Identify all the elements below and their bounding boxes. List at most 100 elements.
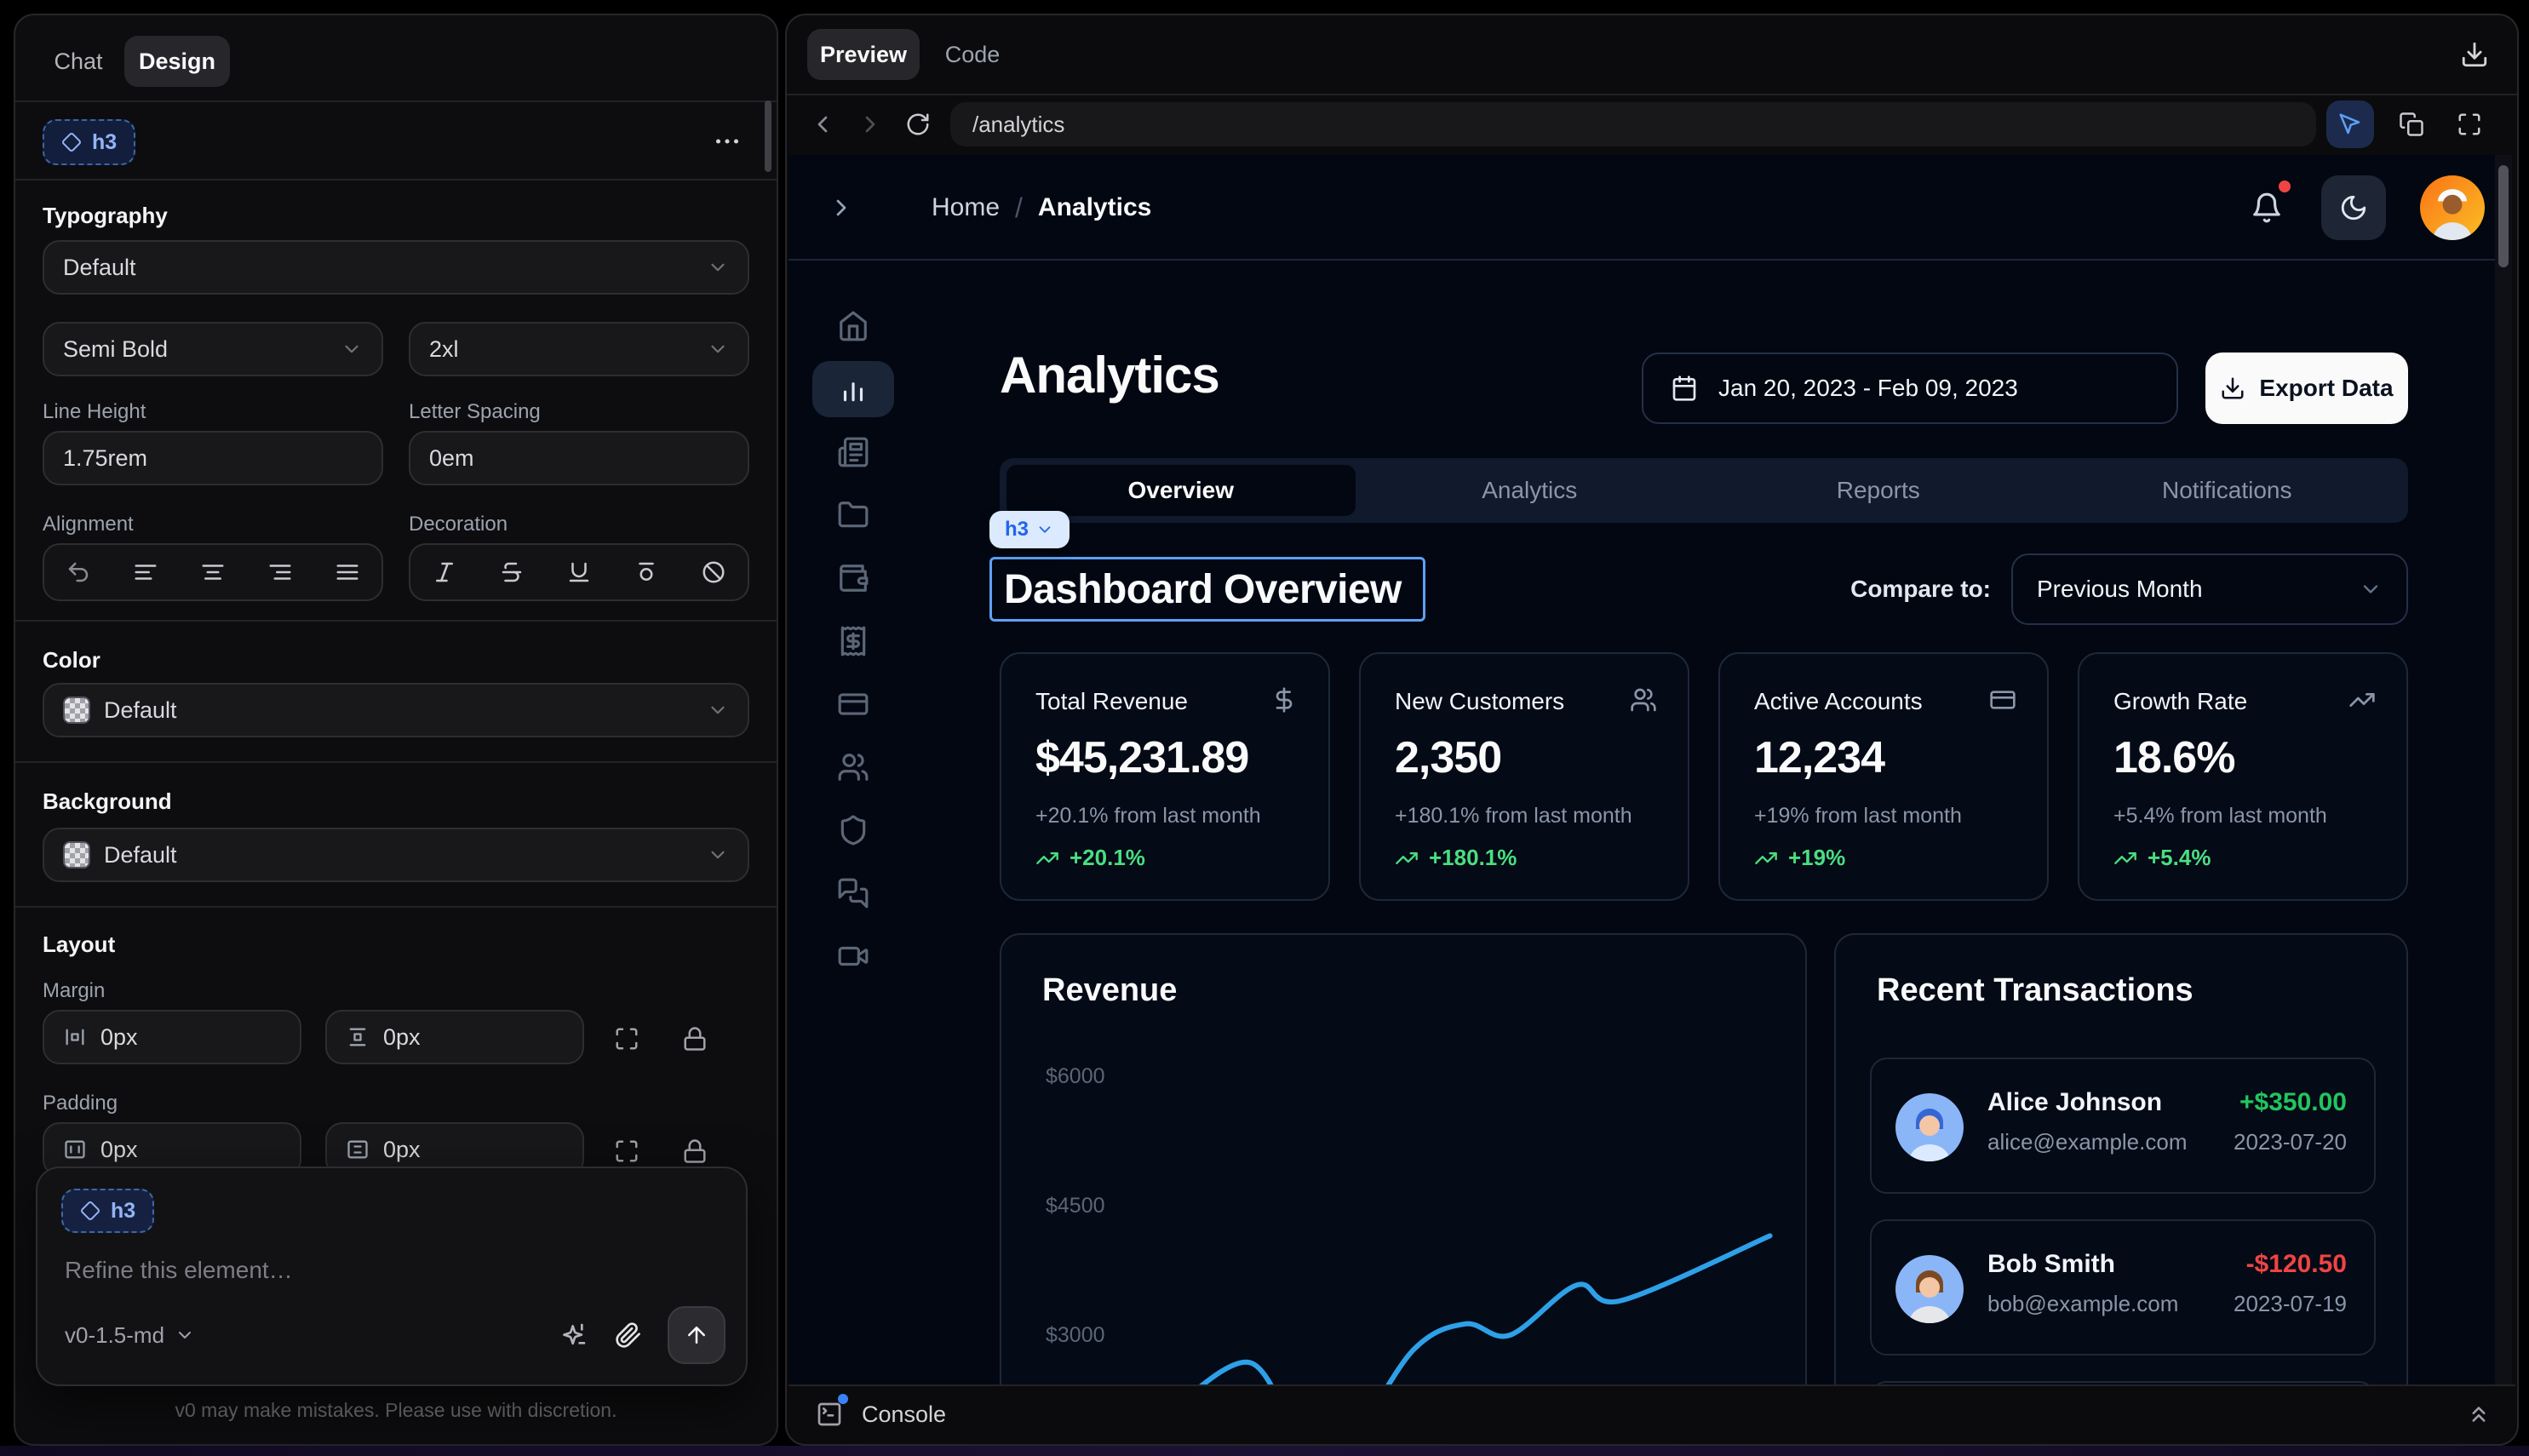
stat-label: Growth Rate <box>2113 688 2247 715</box>
letter-spacing-value: 0em <box>429 445 474 472</box>
sidebar-item-wallet[interactable] <box>806 547 901 610</box>
color-select[interactable]: Default <box>43 683 749 737</box>
reset-alignment-button[interactable] <box>56 550 100 594</box>
duplicate-view-button[interactable] <box>2388 100 2435 148</box>
console-bar[interactable]: Console <box>789 1384 2515 1442</box>
attach-button[interactable] <box>606 1313 651 1357</box>
header-actions <box>2246 175 2485 240</box>
composer-element-badge[interactable]: h3 <box>61 1189 154 1233</box>
align-right-button[interactable] <box>258 550 302 594</box>
model-select[interactable]: v0-1.5-md <box>65 1322 195 1349</box>
transaction-item[interactable]: Alice Johnson alice@example.com +$350.00… <box>1870 1058 2376 1194</box>
theme-toggle-button[interactable] <box>2321 175 2386 240</box>
breadcrumb-home[interactable]: Home <box>932 193 1000 222</box>
tab-analytics[interactable]: Analytics <box>1356 465 1705 516</box>
selected-element-outline[interactable]: Dashboard Overview <box>989 557 1425 622</box>
submit-button[interactable] <box>668 1306 725 1364</box>
font-family-select[interactable]: Default <box>43 240 749 295</box>
stat-change: +5.4% from last month <box>2113 804 2327 828</box>
sidebar-item-files[interactable] <box>806 484 901 547</box>
no-decoration-button[interactable] <box>691 550 736 594</box>
background-swatch <box>63 841 90 868</box>
tab-preview-label: Preview <box>820 42 907 68</box>
align-left-icon <box>133 559 158 585</box>
strikethrough-button[interactable] <box>490 550 534 594</box>
select-element-mode-button[interactable] <box>2326 100 2374 148</box>
background-select[interactable]: Default <box>43 828 749 882</box>
padding-expand-button[interactable] <box>611 1136 642 1167</box>
moon-icon <box>2339 193 2368 222</box>
font-weight-value: Semi Bold <box>63 336 168 363</box>
user-avatar[interactable] <box>2420 175 2485 240</box>
tab-design[interactable]: Design <box>124 36 230 87</box>
sidebar-item-home[interactable] <box>806 295 901 358</box>
transaction-name: Alice Johnson <box>1987 1088 2162 1117</box>
notifications-button[interactable] <box>2246 187 2287 228</box>
align-left-button[interactable] <box>123 550 168 594</box>
sidebar-item-users[interactable] <box>806 736 901 799</box>
margin-x-input[interactable]: 0px <box>43 1010 301 1064</box>
maximize-icon <box>2457 112 2482 137</box>
margin-y-input[interactable]: 0px <box>325 1010 584 1064</box>
sidebar-toggle-button[interactable] <box>823 189 860 226</box>
selection-tag[interactable]: h3 <box>989 511 1070 548</box>
url-bar[interactable]: /analytics <box>950 102 2316 146</box>
letter-spacing-input[interactable]: 0em <box>409 431 749 485</box>
stat-card-active-accounts: Active Accounts 12,234 +19% from last mo… <box>1718 652 2049 901</box>
tab-notifications[interactable]: Notifications <box>2053 465 2402 516</box>
line-height-label: Line Height <box>43 400 146 424</box>
nav-forward-button[interactable] <box>852 106 889 143</box>
stat-value: $45,231.89 <box>1035 732 1248 783</box>
underline-icon <box>566 559 592 585</box>
tab-preview[interactable]: Preview <box>807 29 920 80</box>
enhance-button[interactable] <box>552 1313 596 1357</box>
element-menu-button[interactable] <box>707 121 748 162</box>
overline-button[interactable] <box>624 550 668 594</box>
preview-scrollbar-thumb[interactable] <box>2498 165 2509 267</box>
sidebar-item-messages[interactable] <box>806 862 901 925</box>
download-icon <box>2460 40 2489 69</box>
nav-back-button[interactable] <box>804 106 841 143</box>
underline-button[interactable] <box>557 550 601 594</box>
font-size-select[interactable]: 2xl <box>409 322 749 376</box>
download-button[interactable] <box>2456 36 2493 73</box>
align-center-button[interactable] <box>191 550 235 594</box>
console-expand-button[interactable] <box>2466 1402 2492 1427</box>
layout-section-label: Layout <box>43 931 115 958</box>
sidebar-item-news[interactable] <box>806 421 901 484</box>
dashboard-tabs: Overview Analytics Reports Notifications <box>1000 458 2408 523</box>
stat-trend: +20.1% <box>1070 845 1145 871</box>
line-height-input[interactable]: 1.75rem <box>43 431 383 485</box>
sidebar-item-analytics[interactable] <box>806 358 901 421</box>
transaction-amount: -$120.50 <box>2246 1250 2347 1279</box>
export-data-button[interactable]: Export Data <box>2205 353 2408 424</box>
chevron-down-icon <box>1035 520 1054 539</box>
sidebar-item-cards[interactable] <box>806 673 901 736</box>
chevron-down-icon <box>2359 577 2383 601</box>
tab-reports[interactable]: Reports <box>1704 465 2053 516</box>
align-justify-button[interactable] <box>325 550 370 594</box>
tab-chat[interactable]: Chat <box>43 36 114 87</box>
tab-code[interactable]: Code <box>933 29 1012 80</box>
compare-select[interactable]: Previous Month <box>2011 553 2408 625</box>
align-justify-icon <box>335 559 360 585</box>
fullscreen-button[interactable] <box>2446 100 2493 148</box>
italic-button[interactable] <box>422 550 467 594</box>
sidebar-item-receipts[interactable] <box>806 610 901 673</box>
transaction-item[interactable]: Bob Smith bob@example.com -$120.50 2023-… <box>1870 1219 2376 1356</box>
tab-overview[interactable]: Overview <box>1006 465 1356 516</box>
refresh-button[interactable] <box>899 106 937 143</box>
margin-expand-button[interactable] <box>611 1023 642 1054</box>
sidebar-item-security[interactable] <box>806 799 901 862</box>
url-text: /analytics <box>972 112 1064 138</box>
date-range-picker[interactable]: Jan 20, 2023 - Feb 09, 2023 <box>1642 353 2178 424</box>
panel-scrollbar[interactable] <box>765 100 771 172</box>
padding-lock-button[interactable] <box>680 1136 710 1167</box>
transaction-amount: +$350.00 <box>2239 1088 2347 1117</box>
sidebar-item-video[interactable] <box>806 925 901 988</box>
selected-element-badge[interactable]: h3 <box>43 119 135 165</box>
preview-scrollbar-track[interactable] <box>2495 155 2512 1384</box>
margin-lock-button[interactable] <box>680 1023 710 1054</box>
refine-input[interactable]: Refine this element… <box>65 1257 293 1284</box>
font-weight-select[interactable]: Semi Bold <box>43 322 383 376</box>
